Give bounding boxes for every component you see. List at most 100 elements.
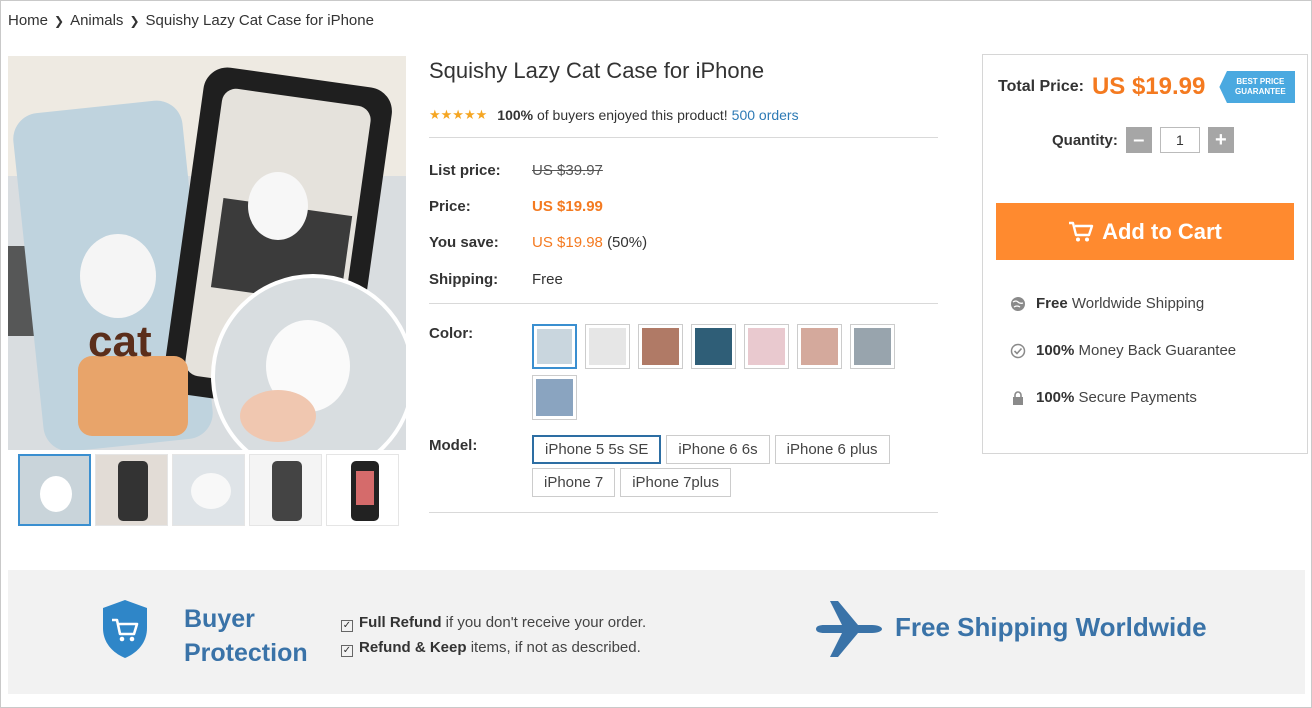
thumbnail-1[interactable] [18,454,91,526]
star-rating-icon: ★★★★★ [429,107,488,122]
swatch-thumbnail [642,328,679,365]
assurance-text: 100% Money Back Guarantee [1036,342,1236,359]
add-to-cart-label: Add to Cart [1102,218,1222,244]
chevron-right-icon: ❯ [54,13,65,28]
airplane-icon [816,601,882,657]
you-save-amount: US $19.98 [532,234,603,251]
rating-text: 100% of buyers enjoyed this product! [497,107,727,123]
total-price-row: Total Price: US $19.99 BEST PRICE GUARAN… [998,71,1296,103]
model-option-button[interactable]: iPhone 7plus [620,468,731,497]
assurance-bold: 100% [1036,389,1075,406]
swatch-thumbnail [589,328,626,365]
check-circle-icon [1010,343,1026,359]
total-price-value: US $19.99 [1091,73,1206,100]
assurance-shipping: Free Worldwide Shipping [1010,295,1204,312]
color-swatch[interactable] [532,324,577,369]
breadcrumb-category[interactable]: Animals [70,12,123,29]
swatch-thumbnail [748,328,785,365]
main-product-image[interactable]: cat [8,56,406,450]
color-swatch[interactable] [585,324,630,369]
assurance-desc: Money Back Guarantee [1078,342,1237,359]
model-option-button[interactable]: iPhone 6 plus [774,435,890,464]
you-save-value: US $19.98 (50%) [532,234,647,251]
breadcrumb-home[interactable]: Home [8,12,48,29]
divider [429,137,938,138]
model-option-button[interactable]: iPhone 5 5s SE [532,435,662,464]
color-swatch[interactable] [691,324,736,369]
free-shipping-title: Free Shipping Worldwide [895,612,1207,642]
bp-line1: Buyer [184,605,255,633]
assurance-bold: Free [1036,295,1068,312]
divider [429,512,938,513]
thumbnail-2[interactable] [95,454,168,526]
color-swatch[interactable] [744,324,789,369]
lock-icon [1010,390,1026,406]
model-label: Model: [429,437,478,454]
shipping-value: Free [532,271,563,288]
chevron-right-icon: ❯ [129,13,140,28]
you-save-percent: (50%) [607,234,648,251]
protection-band: Buyer Protection ✓ Full Refund if you don… [8,570,1305,694]
refund-bold: Full Refund [359,614,442,631]
you-save-label: You save: [429,234,499,251]
swatch-thumbnail [536,379,573,416]
model-option-button[interactable]: iPhone 6 6s [666,435,770,464]
list-price-value: US $39.97 [532,162,603,179]
cart-icon [1069,221,1094,241]
thumbnail-5[interactable] [326,454,399,526]
buyer-protection-title: Buyer Protection [184,602,308,670]
refund-text: if you don't receive your order. [445,614,647,631]
globe-icon [1010,296,1026,312]
swatch-thumbnail [695,328,732,365]
quantity-decrease-button[interactable]: – [1125,127,1152,153]
quantity-increase-button[interactable]: + [1207,127,1234,153]
list-price-label: List price: [429,162,501,179]
thumbnail-strip [18,454,399,526]
add-to-cart-button[interactable]: Add to Cart [996,203,1294,260]
swatch-thumbnail [854,328,891,365]
thumbnail-4[interactable] [249,454,322,526]
divider [429,303,938,304]
model-option-list: iPhone 5 5s SE iPhone 6 6s iPhone 6 plus iP… [532,435,922,497]
assurance-desc: Worldwide Shipping [1071,295,1205,312]
checkbox-icon: ✓ [341,645,353,657]
color-label: Color: [429,325,474,342]
quantity-row: Quantity: – + [1052,127,1234,153]
keep-text: items, if not as described. [470,639,641,656]
keep-line: ✓ Refund & Keep items, if not as describe… [341,635,646,660]
price-label: Price: [429,198,471,215]
rating-description: of buyers enjoyed this product! [536,107,728,123]
breadcrumb-current: Squishy Lazy Cat Case for iPhone [145,12,374,29]
rating-row: ★★★★★ 100% of buyers enjoyed this produc… [429,107,799,123]
color-swatch[interactable] [638,324,683,369]
color-swatch[interactable] [797,324,842,369]
color-swatch[interactable] [532,375,577,420]
checkbox-icon: ✓ [341,620,353,632]
badge-line1: BEST PRICE [1236,77,1285,86]
orders-link[interactable]: 500 orders [732,107,799,123]
color-swatch[interactable] [850,324,895,369]
bp-line2: Protection [184,639,308,667]
badge-line2: GUARANTEE [1235,87,1286,96]
best-price-guarantee-badge: BEST PRICE GUARANTEE [1219,71,1296,103]
model-option-button[interactable]: iPhone 7 [532,468,616,497]
price-value: US $19.99 [532,198,603,215]
quantity-label: Quantity: [1052,131,1118,149]
protection-details: ✓ Full Refund if you don't receive your o… [341,610,646,660]
thumbnail-3[interactable] [172,454,245,526]
quantity-input[interactable] [1159,127,1200,153]
assurance-desc: Secure Payments [1078,389,1197,406]
product-title: Squishy Lazy Cat Case for iPhone [429,58,765,83]
svg-text:cat: cat [88,317,152,366]
assurance-text: Free Worldwide Shipping [1036,295,1204,312]
assurance-text: 100% Secure Payments [1036,389,1197,406]
price-box: Total Price: US $19.99 BEST PRICE GUARAN… [982,54,1308,454]
shipping-label: Shipping: [429,271,499,288]
assurance-bold: 100% [1036,342,1075,359]
assurance-money-back: 100% Money Back Guarantee [1010,342,1236,359]
swatch-thumbnail [537,329,572,364]
swatch-thumbnail [801,328,838,365]
shield-cart-icon [103,600,147,658]
total-price-label: Total Price: [998,78,1084,95]
breadcrumb: Home ❯ Animals ❯ Squishy Lazy Cat Case f… [8,12,374,29]
